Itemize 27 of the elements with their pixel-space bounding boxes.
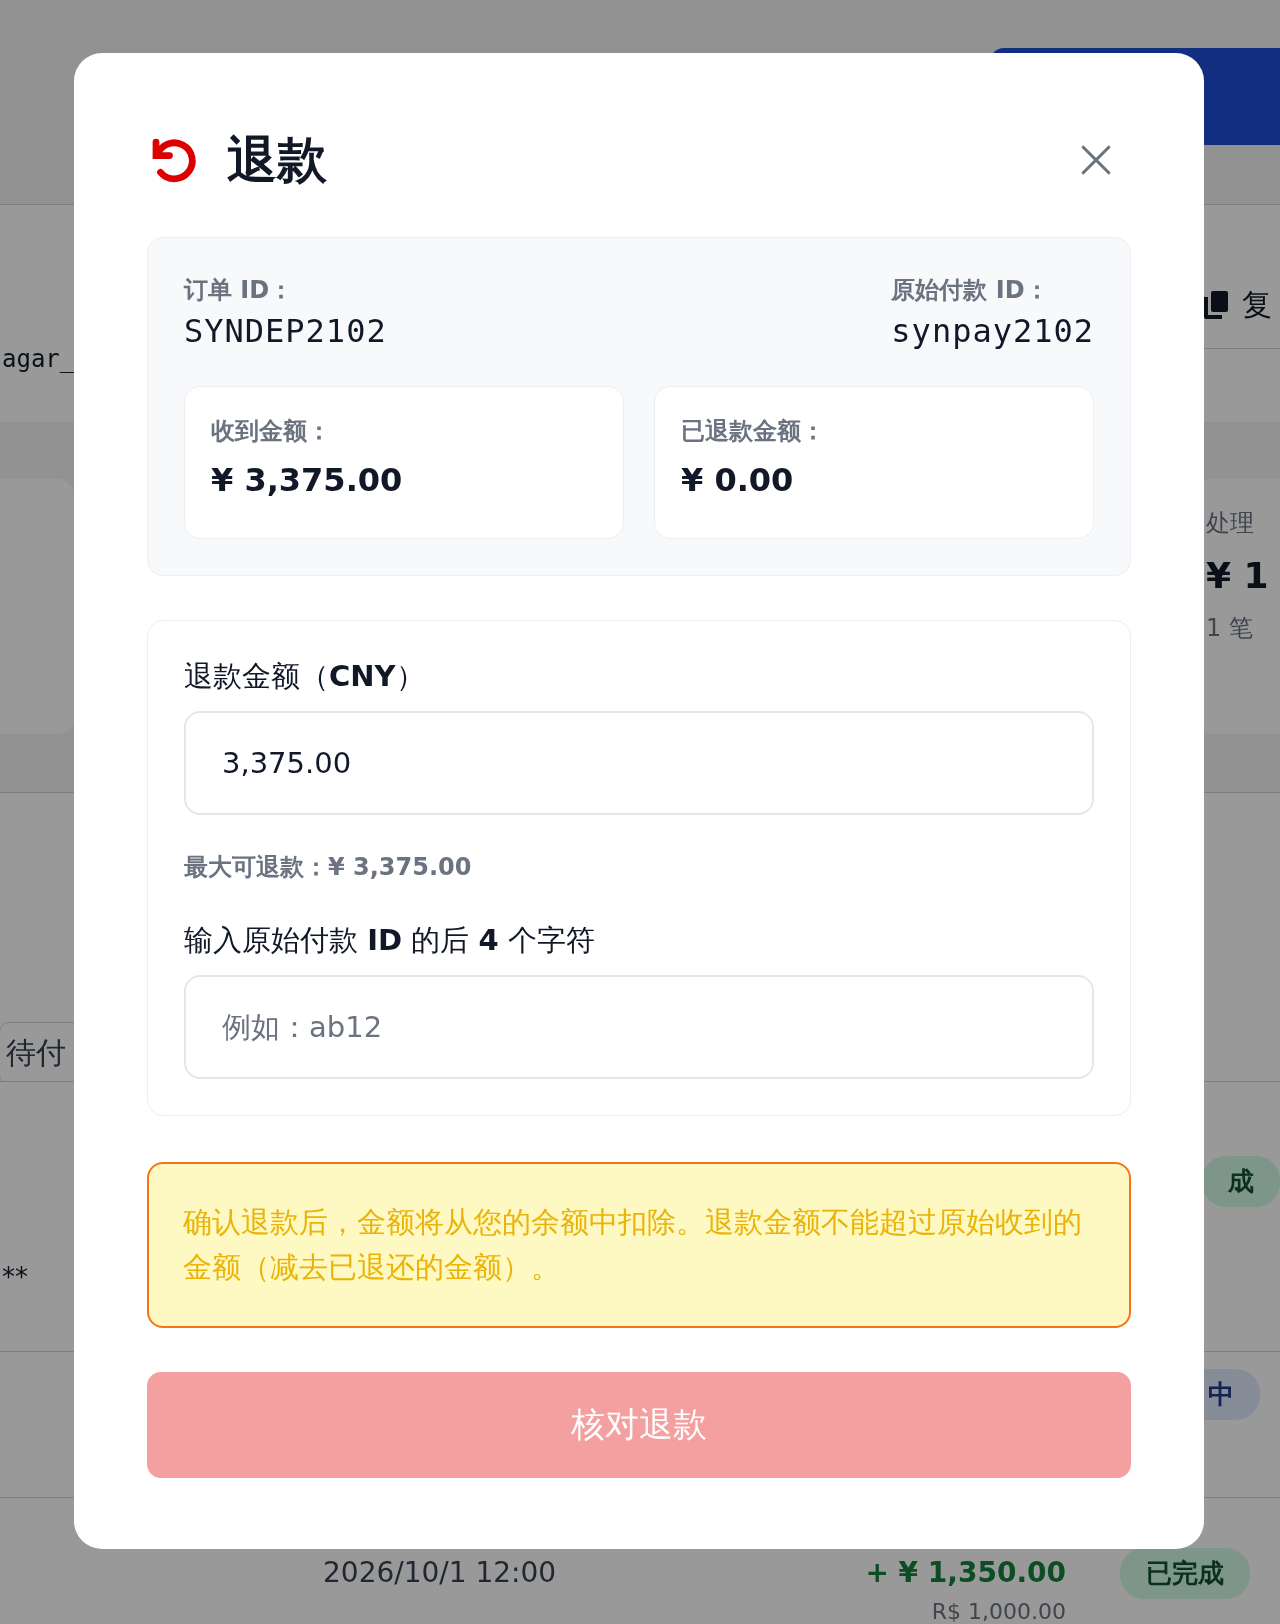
- amount-value: ¥ 0.00: [681, 461, 795, 499]
- masked-text: **: [2, 1261, 28, 1292]
- amount-text: + ¥ 1,350.00: [865, 1556, 1066, 1589]
- order-id: SYNDEP2102: [184, 312, 387, 350]
- payment-id: synpay2102: [891, 312, 1094, 350]
- amount-label: 收到金额：: [211, 416, 332, 447]
- amount-label: 已退款金额：: [681, 416, 826, 447]
- refund-amount-field[interactable]: 3,375.00: [184, 711, 1094, 815]
- status-badge: 已完成: [1120, 1548, 1250, 1599]
- order-id-label: 订单 ID：: [184, 275, 295, 306]
- date-text: 2026/10/1 12:00: [323, 1556, 557, 1589]
- payment-id-confirm-label: 输入原始付款 ID 的后 4 个字符: [184, 922, 596, 959]
- refund-amount-label: 退款金额（CNY）: [184, 658, 426, 695]
- payment-id-label: 原始付款 ID：: [891, 275, 1050, 306]
- copy-icon: [1204, 291, 1228, 320]
- payment-id-field[interactable]: 例如：ab12: [184, 975, 1094, 1079]
- reference-text: agar_: [2, 343, 75, 373]
- card-count: 1 笔: [1206, 613, 1254, 645]
- copy-label: 复: [1242, 285, 1272, 324]
- dialog-title: 退款: [227, 129, 327, 191]
- card-amount: ¥ 1: [1206, 555, 1270, 597]
- amount-value: ¥ 3,375.00: [211, 461, 404, 499]
- warning-message: 确认退款后，金额将从您的余额中扣除。退款金额不能超过原始收到的金额（减去已退还的金额）。: [147, 1162, 1131, 1328]
- status-badge: 成: [1202, 1156, 1280, 1208]
- card-label: 处理: [1206, 508, 1255, 540]
- original-amount-text: R$ 1,000.00: [931, 1599, 1066, 1624]
- max-refund-hint: 最大可退款：¥ 3,375.00: [184, 852, 473, 883]
